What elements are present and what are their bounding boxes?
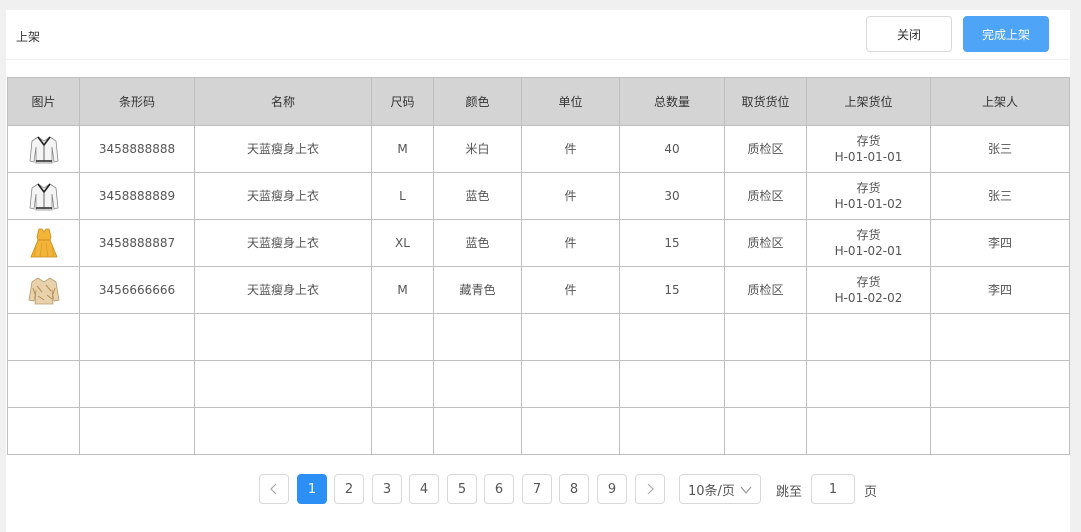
next-page-button[interactable] xyxy=(635,474,665,504)
table-row[interactable]: 3458888888 天蓝瘦身上衣 M 米白 件 40 质检区 存货 H-01-0… xyxy=(7,125,1070,173)
page-3-button[interactable]: 3 xyxy=(372,474,402,504)
operator-cell: 李四 xyxy=(930,266,1070,314)
barcode-cell: 3458888889 xyxy=(79,172,195,220)
size-cell: L xyxy=(371,172,434,220)
page-6-button[interactable]: 6 xyxy=(484,474,514,504)
size-cell: M xyxy=(371,266,434,314)
pickup-location-cell: 质检区 xyxy=(724,266,807,314)
chevron-down-icon xyxy=(740,486,752,494)
page-suffix-label: 页 xyxy=(864,485,878,500)
shelf-type: 存货 xyxy=(856,275,881,289)
column-header-quantity: 总数量 xyxy=(619,77,725,126)
table-row[interactable]: 3456666666 天蓝瘦身上衣 M 藏青色 件 15 质检区 存货 H-01-… xyxy=(7,266,1070,314)
image-cell xyxy=(7,125,80,173)
quantity-cell: 40 xyxy=(619,125,725,173)
operator-cell: 张三 xyxy=(930,125,1070,173)
beige-blouse-thumbnail xyxy=(28,277,59,305)
finish-shelving-button[interactable]: 完成上架 xyxy=(963,16,1049,52)
image-cell xyxy=(7,172,80,220)
column-header-unit: 单位 xyxy=(521,77,620,126)
chevron-right-icon xyxy=(647,483,654,495)
unit-cell: 件 xyxy=(521,219,620,267)
shelf-type: 存货 xyxy=(856,228,881,242)
white-jacket-thumbnail xyxy=(29,183,58,211)
empty-table-row xyxy=(7,407,1070,455)
column-header-size: 尺码 xyxy=(371,77,434,126)
shelf-code: H-01-02-01 xyxy=(834,244,903,258)
color-cell: 蓝色 xyxy=(433,219,522,267)
color-cell: 米白 xyxy=(433,125,522,173)
pickup-location-cell: 质检区 xyxy=(724,125,807,173)
jump-to-label: 跳至 xyxy=(776,485,803,500)
column-header-pickup-location: 取货货位 xyxy=(724,77,807,126)
table-header-row: 图片 条形码 名称 尺码 颜色 单位 总数量 取货货位 上架货位 上架人 xyxy=(7,77,1070,126)
color-cell: 藏青色 xyxy=(433,266,522,314)
page-size-select[interactable]: 10条/页 xyxy=(679,474,761,504)
operator-cell: 李四 xyxy=(930,219,1070,267)
page-2-button[interactable]: 2 xyxy=(334,474,364,504)
shelf-location-cell: 存货 H-01-01-02 xyxy=(806,172,931,220)
page-7-button[interactable]: 7 xyxy=(522,474,552,504)
name-cell: 天蓝瘦身上衣 xyxy=(194,125,372,173)
page-1-button[interactable]: 1 xyxy=(297,474,327,504)
empty-table-row xyxy=(7,360,1070,408)
name-cell: 天蓝瘦身上衣 xyxy=(194,219,372,267)
shelving-table: 图片 条形码 名称 尺码 颜色 单位 总数量 取货货位 上架货位 上架人 345… xyxy=(7,77,1070,455)
shelf-location-cell: 存货 H-01-01-01 xyxy=(806,125,931,173)
column-header-barcode: 条形码 xyxy=(79,77,195,126)
white-jacket-thumbnail xyxy=(29,136,58,164)
column-header-color: 颜色 xyxy=(433,77,522,126)
chevron-left-icon xyxy=(270,483,277,495)
quantity-cell: 30 xyxy=(619,172,725,220)
operator-cell: 张三 xyxy=(930,172,1070,220)
prev-page-button[interactable] xyxy=(259,474,289,504)
unit-cell: 件 xyxy=(521,266,620,314)
barcode-cell: 3458888887 xyxy=(79,219,195,267)
shelf-location-cell: 存货 H-01-02-01 xyxy=(806,219,931,267)
column-header-shelf-location: 上架货位 xyxy=(806,77,931,126)
page-size-value: 10条/页 xyxy=(688,483,735,499)
column-header-image: 图片 xyxy=(7,77,80,126)
jump-page-input[interactable] xyxy=(811,474,855,504)
page-5-button[interactable]: 5 xyxy=(447,474,477,504)
pagination: 1 2 3 4 5 6 7 8 9 10条/页 跳至 页 xyxy=(6,474,1070,504)
column-header-operator: 上架人 xyxy=(930,77,1070,126)
name-cell: 天蓝瘦身上衣 xyxy=(194,172,372,220)
barcode-cell: 3458888888 xyxy=(79,125,195,173)
empty-table-row xyxy=(7,313,1070,361)
table-row[interactable]: 3458888887 天蓝瘦身上衣 XL 蓝色 件 15 质检区 存货 H-01-… xyxy=(7,219,1070,267)
page-4-button[interactable]: 4 xyxy=(409,474,439,504)
shelf-code: H-01-01-01 xyxy=(834,150,903,164)
column-header-name: 名称 xyxy=(194,77,372,126)
page-8-button[interactable]: 8 xyxy=(559,474,589,504)
shelf-code: H-01-02-02 xyxy=(834,291,903,305)
color-cell: 蓝色 xyxy=(433,172,522,220)
barcode-cell: 3456666666 xyxy=(79,266,195,314)
page-9-button[interactable]: 9 xyxy=(597,474,627,504)
page-title: 上架 xyxy=(16,30,41,44)
image-cell xyxy=(7,266,80,314)
shelf-code: H-01-01-02 xyxy=(834,197,903,211)
pickup-location-cell: 质检区 xyxy=(724,219,807,267)
table-row[interactable]: 3458888889 天蓝瘦身上衣 L 蓝色 件 30 质检区 存货 H-01-0… xyxy=(7,172,1070,220)
shelving-page: 上架 关闭 完成上架 图片 条形码 名称 尺码 颜色 单位 总数量 取货货位 上… xyxy=(6,10,1070,532)
shelf-type: 存货 xyxy=(856,134,881,148)
quantity-cell: 15 xyxy=(619,219,725,267)
close-button[interactable]: 关闭 xyxy=(866,16,952,52)
unit-cell: 件 xyxy=(521,125,620,173)
pickup-location-cell: 质检区 xyxy=(724,172,807,220)
shelf-type: 存货 xyxy=(856,181,881,195)
image-cell xyxy=(7,219,80,267)
size-cell: XL xyxy=(371,219,434,267)
shelf-location-cell: 存货 H-01-02-02 xyxy=(806,266,931,314)
page-header: 上架 关闭 完成上架 xyxy=(6,10,1070,60)
name-cell: 天蓝瘦身上衣 xyxy=(194,266,372,314)
unit-cell: 件 xyxy=(521,172,620,220)
size-cell: M xyxy=(371,125,434,173)
yellow-dress-thumbnail xyxy=(29,228,58,258)
quantity-cell: 15 xyxy=(619,266,725,314)
